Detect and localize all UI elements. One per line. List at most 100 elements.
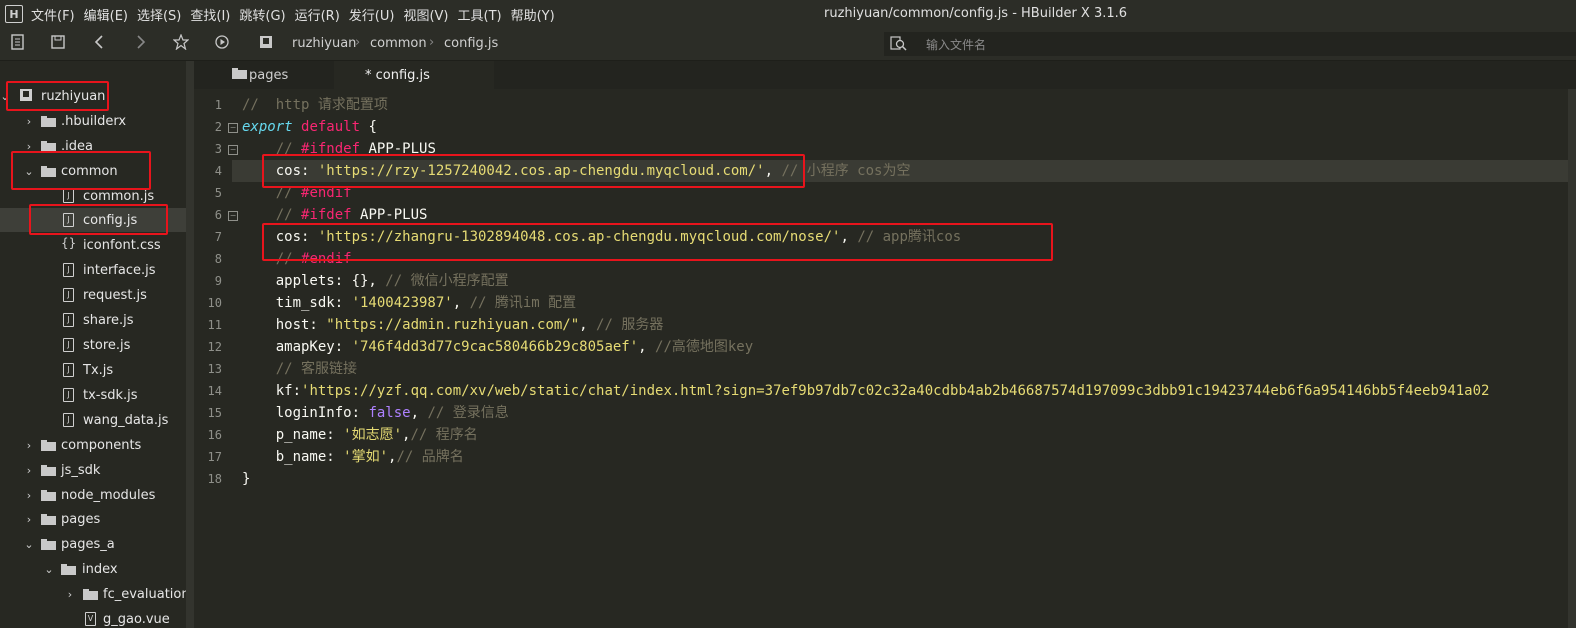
tree-item-js-sdk[interactable]: › js_sdk: [0, 458, 186, 482]
menu-goto[interactable]: 跳转(G): [239, 5, 293, 24]
sidebar-scrollbar[interactable]: [186, 61, 194, 628]
project-icon: [19, 88, 33, 106]
tree-item-label: pages: [61, 511, 101, 527]
chevron-right-icon[interactable]: ›: [24, 439, 34, 452]
project-icon: [256, 34, 276, 54]
code-line: // #ifdef APP-PLUS: [242, 207, 428, 223]
menu-find[interactable]: 查找(I): [190, 5, 238, 24]
menu-edit[interactable]: 编辑(E): [84, 5, 136, 24]
chevron-right-icon[interactable]: ›: [24, 513, 34, 526]
new-file-icon[interactable]: [8, 34, 28, 54]
folder-icon: [41, 141, 56, 152]
menu-select[interactable]: 选择(S): [137, 5, 189, 24]
fold-toggle-icon[interactable]: −: [228, 145, 238, 155]
toolbar: ruzhiyuan › common › config.js: [0, 28, 1576, 61]
folder-icon: [232, 68, 247, 79]
file-search-input[interactable]: [924, 35, 1528, 55]
js-file-icon: J: [63, 388, 74, 402]
tree-item-store-js[interactable]: J store.js: [0, 333, 186, 357]
chevron-down-icon[interactable]: ⌄: [0, 90, 10, 103]
line-number: 3: [214, 142, 222, 156]
tree-item-g-gao-vue[interactable]: V g_gao.vue: [0, 607, 186, 628]
menu-help[interactable]: 帮助(Y): [511, 5, 563, 24]
chevron-right-icon[interactable]: ›: [24, 140, 34, 153]
line-number: 11: [207, 318, 222, 332]
forward-icon[interactable]: [130, 34, 150, 54]
tree-item-idea[interactable]: › .idea: [0, 134, 186, 158]
breadcrumb-project[interactable]: ruzhiyuan: [292, 36, 356, 51]
breadcrumb-folder[interactable]: common: [370, 36, 427, 51]
tree-item-iconfont-css[interactable]: {} iconfont.css: [0, 233, 186, 257]
back-icon[interactable]: [90, 34, 110, 54]
tree-item-node-modules[interactable]: › node_modules: [0, 483, 186, 507]
tree-item-wang-data-js[interactable]: J wang_data.js: [0, 408, 186, 432]
tree-item-interface-js[interactable]: J interface.js: [0, 258, 186, 282]
fold-toggle-icon[interactable]: −: [228, 211, 238, 221]
tree-item-tx-js[interactable]: J Tx.js: [0, 358, 186, 382]
tree-item-label: js_sdk: [61, 462, 101, 478]
vue-file-icon: V: [85, 612, 96, 626]
menu-publish[interactable]: 发行(U): [349, 5, 403, 24]
line-number: 16: [207, 428, 222, 442]
js-file-icon: J: [63, 313, 74, 327]
tree-item-label: .idea: [61, 138, 93, 154]
fold-toggle-icon[interactable]: −: [228, 123, 238, 133]
chevron-right-icon[interactable]: ›: [65, 588, 75, 601]
tab-pages[interactable]: pages: [194, 61, 334, 89]
menu-file[interactable]: 文件(F): [31, 5, 83, 24]
tree-item-index[interactable]: ⌄ index: [0, 557, 186, 581]
tree-item-common-js[interactable]: J common.js: [0, 184, 186, 208]
tree-item-pages[interactable]: › pages: [0, 507, 186, 531]
tree-item-hbuilderx[interactable]: › .hbuilderx: [0, 109, 186, 133]
line-number: 15: [207, 406, 222, 420]
tab-config-js[interactable]: * config.js: [334, 61, 494, 89]
tree-item-config-js[interactable]: J config.js: [0, 208, 186, 232]
tree-item-label: share.js: [83, 312, 134, 328]
menu-run[interactable]: 运行(R): [295, 5, 348, 24]
tree-item-label: config.js: [83, 212, 138, 228]
folder-open-icon: [41, 166, 56, 177]
save-icon[interactable]: [48, 34, 68, 54]
tree-item-label: interface.js: [83, 262, 156, 278]
menu-view[interactable]: 视图(V): [403, 5, 456, 24]
folder-icon: [83, 589, 98, 600]
star-icon[interactable]: [171, 33, 191, 54]
tree-item-tx-sdk-js[interactable]: J tx-sdk.js: [0, 383, 186, 407]
line-number: 1: [214, 98, 222, 112]
tree-item-ruzhiyuan[interactable]: ⌄ ruzhiyuan: [0, 84, 186, 108]
tree-item-common[interactable]: ⌄ common: [0, 159, 186, 183]
editor-scrollbar[interactable]: [1568, 89, 1576, 628]
folder-open-icon: [41, 539, 56, 550]
run-icon[interactable]: [212, 34, 232, 54]
tree-item-label: g_gao.vue: [103, 611, 170, 627]
tree-item-request-js[interactable]: J request.js: [0, 283, 186, 307]
chevron-right-icon[interactable]: ›: [24, 464, 34, 477]
tree-item-label: common: [61, 163, 118, 179]
tree-item-fc-evaluation[interactable]: › fc_evaluation: [0, 582, 186, 606]
tree-item-components[interactable]: › components: [0, 433, 186, 457]
chevron-down-icon[interactable]: ⌄: [24, 165, 34, 178]
js-file-icon: J: [63, 213, 74, 227]
breadcrumb-file[interactable]: config.js: [444, 36, 498, 51]
tree-item-share-js[interactable]: J share.js: [0, 308, 186, 332]
code-line: export default {: [242, 119, 377, 135]
tree-item-label: tx-sdk.js: [83, 387, 138, 403]
folder-icon: [41, 490, 56, 501]
chevron-right-icon[interactable]: ›: [24, 489, 34, 502]
line-number: 2: [214, 120, 222, 134]
js-file-icon: J: [63, 363, 74, 377]
line-number: 8: [214, 252, 222, 266]
menu-tools[interactable]: 工具(T): [458, 5, 510, 24]
line-number: 17: [207, 450, 222, 464]
js-file-icon: J: [63, 189, 74, 203]
tree-item-label: node_modules: [61, 487, 156, 503]
folder-icon: [41, 440, 56, 451]
code-line: // 客服链接: [242, 361, 358, 377]
chevron-right-icon[interactable]: ›: [24, 115, 34, 128]
css-file-icon: {}: [61, 236, 77, 250]
chevron-down-icon[interactable]: ⌄: [24, 538, 34, 551]
tree-item-label: iconfont.css: [83, 237, 161, 253]
code-editor[interactable]: 1 2 3 4 5 6 7 8 9 10 11 12 13 14 15 16 1…: [194, 89, 1576, 628]
tree-item-pages-a[interactable]: ⌄ pages_a: [0, 532, 186, 556]
chevron-down-icon[interactable]: ⌄: [44, 563, 54, 576]
